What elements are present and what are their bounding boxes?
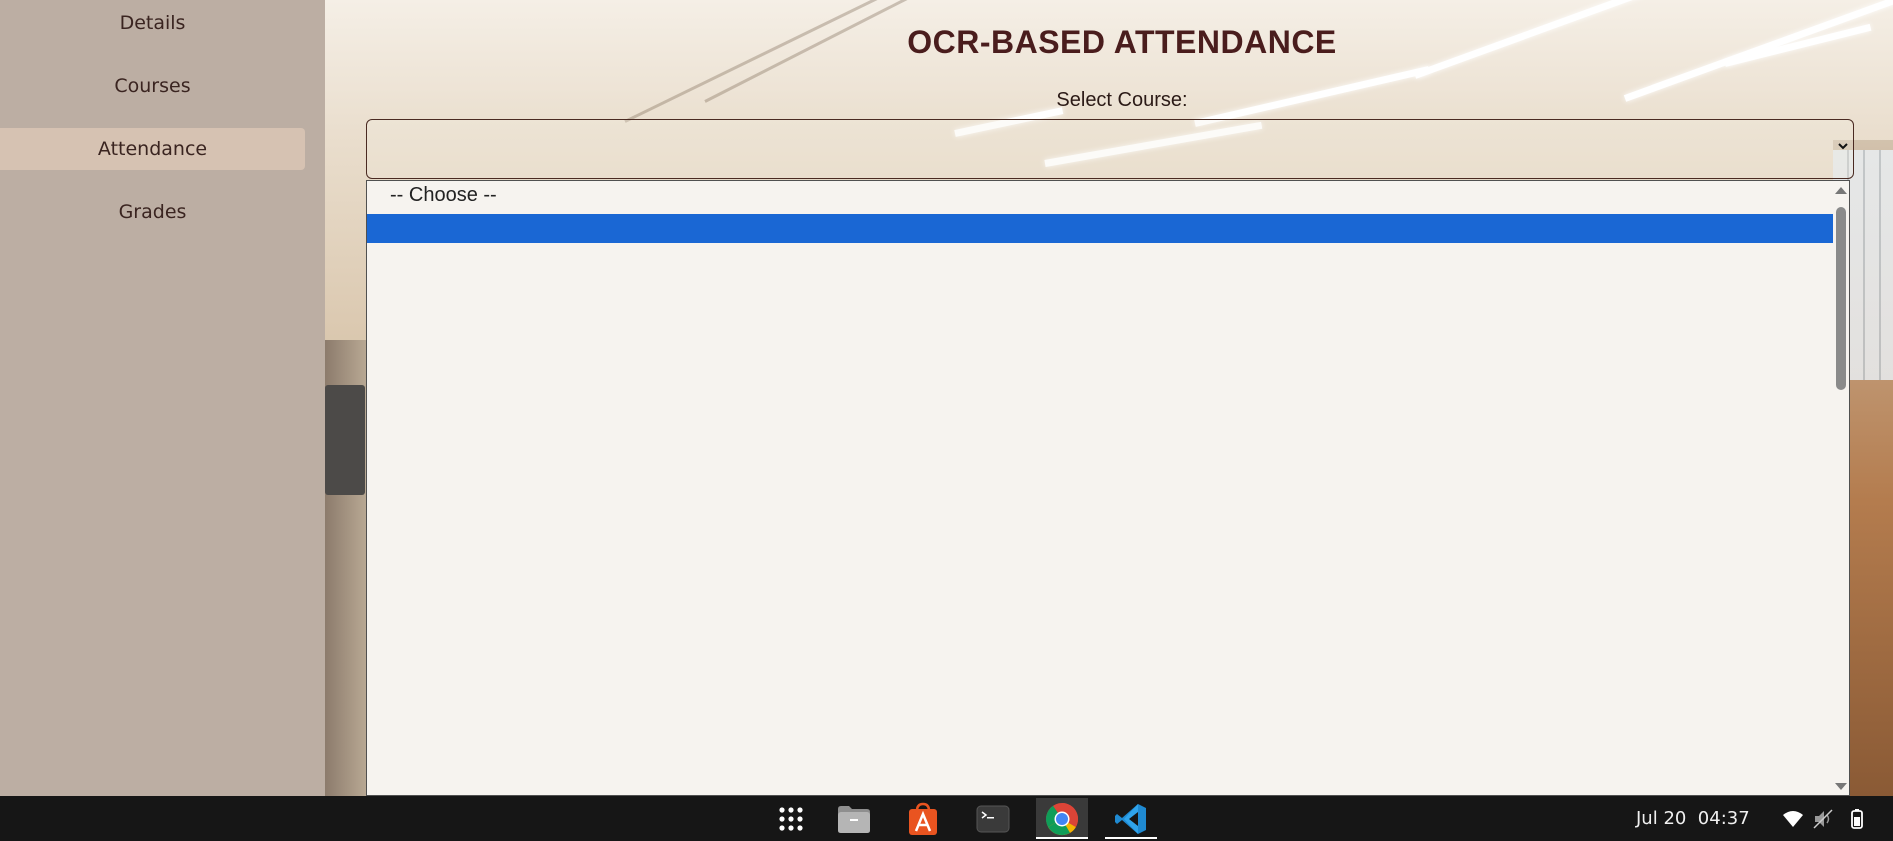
course-dropdown-list[interactable]: -- Choose -- [366,180,1850,796]
scroll-down-arrow-icon[interactable] [1835,783,1847,790]
scroll-up-arrow-icon[interactable] [1835,187,1847,194]
course-select[interactable] [366,119,1854,179]
main-content: OCR-BASED ATTENDANCE Select Course: -- C… [325,0,1893,796]
terminal-app-button[interactable] [967,798,1019,839]
dropdown-scrollbar[interactable] [1832,181,1849,795]
select-course-label: Select Course: [1056,89,1188,111]
files-app-button[interactable] [828,798,880,839]
chrome-icon [1045,802,1079,835]
terminal-icon [976,805,1010,832]
sidebar-item-label: Courses [114,75,191,97]
scroll-thumb[interactable] [1836,207,1846,390]
app-store-button[interactable] [897,798,949,839]
sidebar-item-label: Attendance [97,138,208,160]
sidebar: Details Courses Attendance Grades [0,0,325,796]
option-label: -- Choose -- [390,184,497,206]
vscode-icon [1115,803,1146,834]
taskbar: Jul 20 04:37 [0,796,1893,841]
files-icon [838,805,870,833]
active-indicator [1036,837,1088,839]
sidebar-item-attendance[interactable]: Attendance [0,128,305,170]
chevron-down-icon [1838,143,1848,150]
battery-icon[interactable] [1846,808,1868,830]
app-grid-icon [779,806,803,831]
running-indicator [1105,837,1157,839]
sidebar-item-label: Details [119,12,186,34]
sidebar-item-courses[interactable]: Courses [0,65,305,107]
wifi-icon[interactable] [1782,808,1804,830]
clock-text: Jul 20 04:37 [1636,808,1750,829]
clock[interactable]: Jul 20 04:37 [1636,796,1750,841]
chrome-app-button[interactable] [1036,798,1088,839]
sidebar-item-grades[interactable]: Grades [0,191,305,233]
sidebar-item-label: Grades [118,201,187,223]
vscode-app-button[interactable] [1105,798,1157,839]
app-store-icon [909,802,937,835]
option-highlighted[interactable] [367,214,1833,243]
page-title: OCR-BASED ATTENDANCE [907,24,1337,60]
volume-muted-icon[interactable] [1812,808,1834,830]
app-grid-button[interactable] [765,798,817,839]
sidebar-item-details[interactable]: Details [0,2,305,44]
option-choose[interactable]: -- Choose -- [367,181,1833,210]
